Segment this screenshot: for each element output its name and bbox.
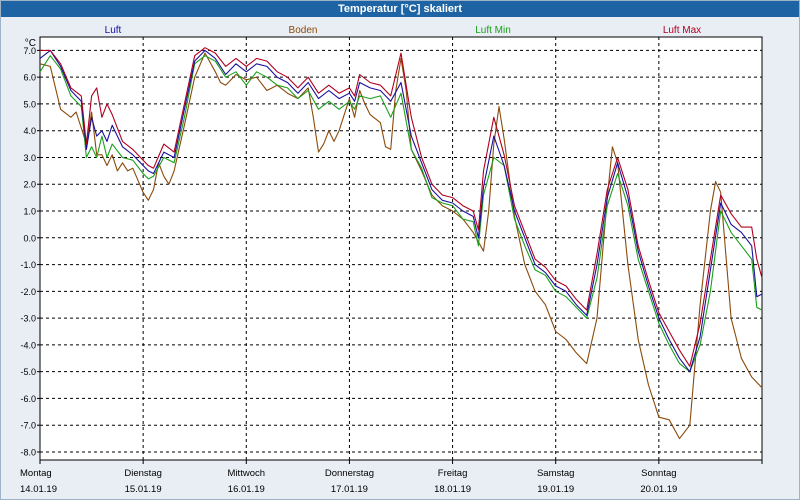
legend-entry: Luft — [105, 25, 122, 36]
x-day-label: Mittwoch — [228, 468, 265, 479]
y-tick-label: 0.0 — [23, 233, 36, 243]
x-day-label: Samstag — [537, 468, 575, 479]
y-tick-label: 1.0 — [23, 207, 36, 217]
legend-entry: Boden — [289, 25, 318, 36]
temperature-chart: 7.06.05.04.03.02.01.00.0-1.0-2.0-3.0-4.0… — [20, 25, 763, 495]
x-day-label: Dienstag — [124, 468, 162, 479]
y-tick-label: -3.0 — [20, 314, 36, 324]
x-date-label: 18.01.19 — [434, 484, 471, 495]
y-tick-label: -5.0 — [20, 367, 36, 377]
y-tick-label: -2.0 — [20, 287, 36, 297]
y-tick-label: 3.0 — [23, 153, 36, 163]
y-axis-label: °C — [25, 38, 36, 49]
x-date-label: 17.01.19 — [331, 484, 368, 495]
x-date-label: 20.01.19 — [640, 484, 677, 495]
x-date-label: 15.01.19 — [125, 484, 162, 495]
y-tick-label: -1.0 — [20, 260, 36, 270]
y-tick-label: 5.0 — [23, 99, 36, 109]
x-day-label: Freitag — [438, 468, 468, 479]
y-tick-label: -4.0 — [20, 340, 36, 350]
y-tick-label: 4.0 — [23, 126, 36, 136]
y-tick-label: -8.0 — [20, 447, 36, 457]
x-date-label: 14.01.19 — [20, 484, 57, 495]
y-tick-label: 2.0 — [23, 180, 36, 190]
x-day-label: Donnerstag — [325, 468, 374, 479]
legend-entry: Luft Max — [663, 25, 701, 36]
plot-area — [39, 36, 763, 461]
x-day-label: Montag — [20, 468, 52, 479]
x-day-label: Sonntag — [641, 468, 676, 479]
x-date-label: 19.01.19 — [537, 484, 574, 495]
y-tick-label: 6.0 — [23, 73, 36, 83]
y-tick-label: -7.0 — [20, 421, 36, 431]
y-tick-label: -6.0 — [20, 394, 36, 404]
x-date-label: 16.01.19 — [228, 484, 265, 495]
legend-entry: Luft Min — [475, 25, 511, 36]
